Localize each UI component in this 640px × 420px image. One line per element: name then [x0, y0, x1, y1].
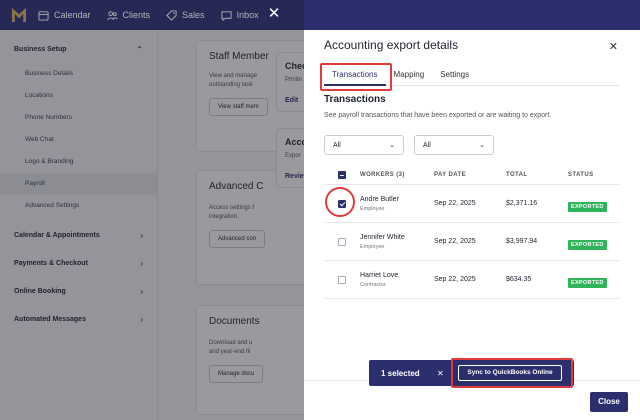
close-button[interactable]: Close: [590, 392, 628, 412]
panel-close-icon[interactable]: ✕: [609, 40, 618, 53]
sync-highlight-annotation: [451, 358, 573, 388]
total-amount: $3,997.94: [506, 238, 538, 245]
transactions-table: WORKERS (3) PAY DATE TOTAL STATUS Andre …: [324, 165, 620, 299]
select-value: All: [423, 141, 431, 149]
pay-date: Sep 22, 2025: [434, 276, 476, 283]
status-filter-select[interactable]: All ⌄: [324, 135, 404, 155]
checkbox-highlight-annotation: [325, 187, 355, 217]
app-root: Calendar Clients Sales Inbox Business Se…: [0, 0, 640, 420]
tab-settings[interactable]: Settings: [432, 68, 477, 86]
panel-title: Accounting export details: [324, 38, 459, 52]
chevron-down-icon: ⌄: [479, 142, 485, 149]
col-status: STATUS: [568, 171, 594, 178]
worker-role: Employee: [360, 243, 385, 250]
col-total: TOTAL: [506, 171, 528, 178]
select-all-checkbox[interactable]: [338, 170, 346, 179]
worker-name: Andre Butler: [360, 195, 399, 203]
table-row: Andre Butler Employee Sep 22, 2025 $2,37…: [324, 185, 620, 223]
worker-role: Employee: [360, 205, 385, 212]
section-description: See payroll transactions that have been …: [324, 112, 552, 119]
total-amount: $2,371.16: [506, 200, 538, 207]
pay-date: Sep 22, 2025: [434, 238, 476, 245]
table-row: Harriet Love Contractor Sep 22, 2025 $63…: [324, 261, 620, 299]
worker-name: Jennifer White: [360, 233, 405, 241]
topnav-backdrop: [0, 0, 304, 30]
status-badge: EXPORTED: [568, 239, 607, 250]
tab-highlight-annotation: [320, 63, 392, 91]
total-amount: $634.35: [506, 276, 532, 283]
tab-mapping[interactable]: Mapping: [386, 68, 433, 86]
table-row: Jennifer White Employee Sep 22, 2025 $3,…: [324, 223, 620, 261]
row-checkbox[interactable]: [338, 237, 346, 246]
row-checkbox[interactable]: [338, 275, 346, 284]
date-filter-select[interactable]: All ⌄: [414, 135, 494, 155]
clear-selection-icon[interactable]: ✕: [437, 369, 444, 378]
close-icon[interactable]: ✕: [266, 6, 282, 22]
modal-backdrop[interactable]: [0, 30, 304, 420]
status-badge: EXPORTED: [568, 277, 607, 288]
col-pay-date: PAY DATE: [434, 171, 466, 178]
selected-count: 1 selected: [381, 368, 420, 378]
section-title: Transactions: [324, 94, 386, 105]
worker-role: Contractor: [360, 281, 386, 288]
col-workers: WORKERS (3): [360, 171, 405, 178]
chevron-down-icon: ⌄: [389, 142, 395, 149]
status-badge: EXPORTED: [568, 201, 607, 212]
table-header: WORKERS (3) PAY DATE TOTAL STATUS: [324, 165, 620, 185]
worker-name: Harriet Love: [360, 271, 399, 279]
pay-date: Sep 22, 2025: [434, 200, 476, 207]
select-value: All: [333, 141, 341, 149]
